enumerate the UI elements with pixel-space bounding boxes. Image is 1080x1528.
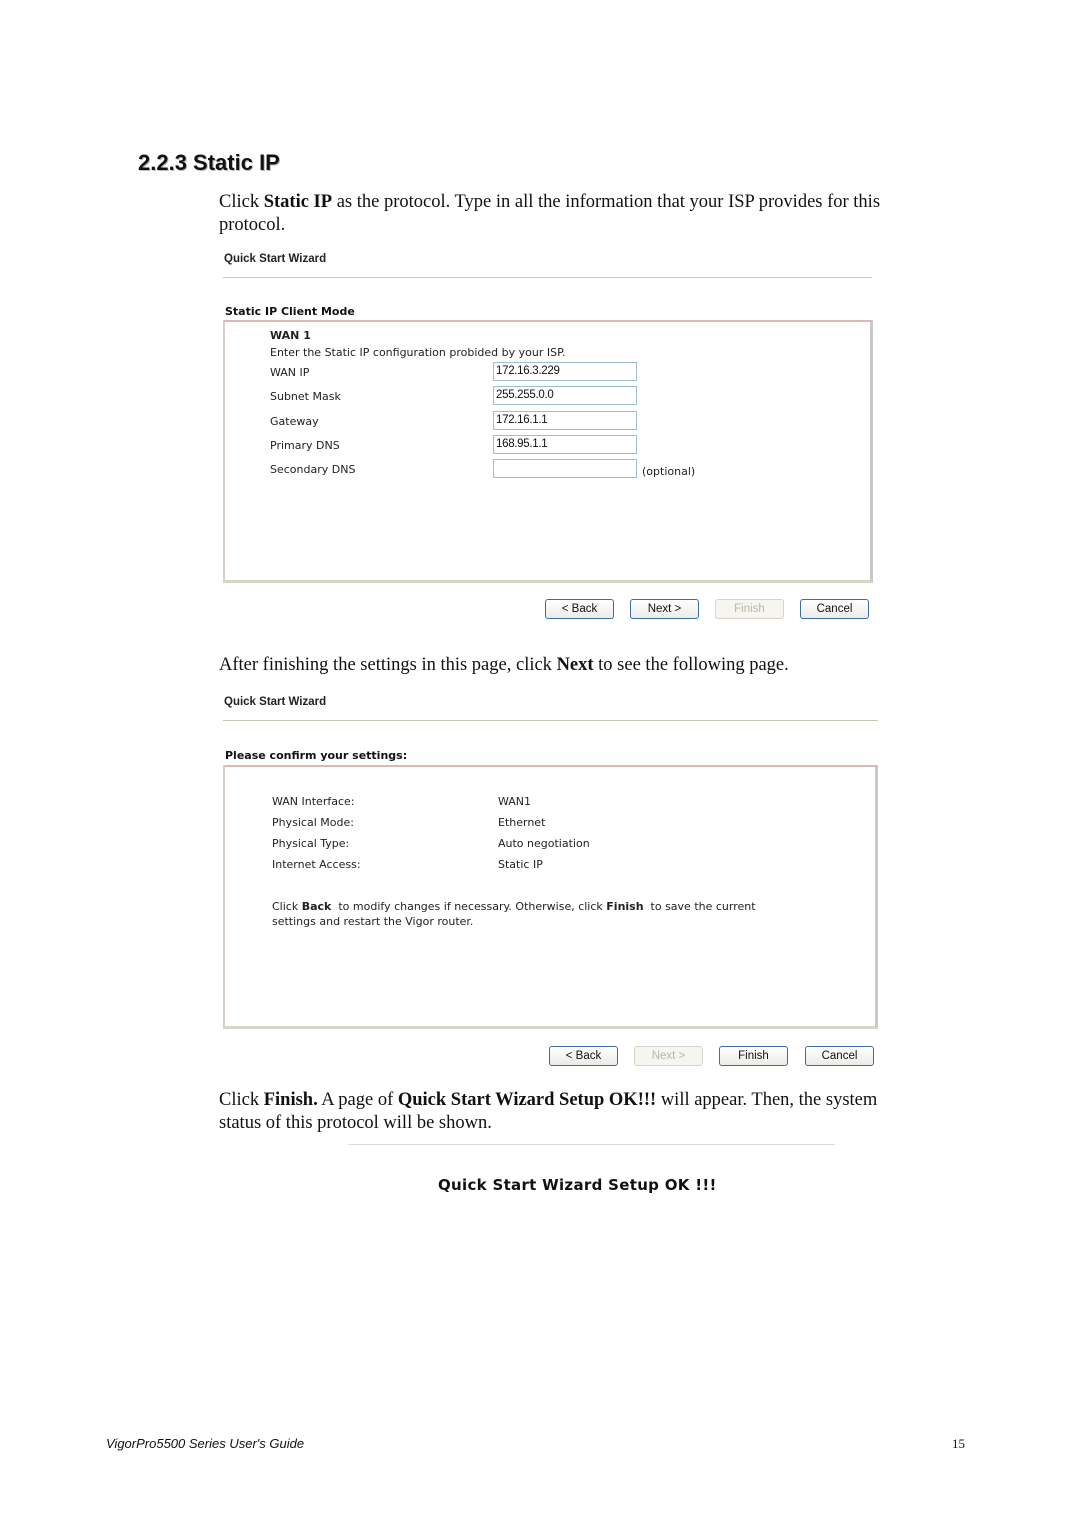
cancel-button[interactable]: Cancel	[805, 1046, 874, 1066]
panel-title: Static IP Client Mode	[225, 305, 355, 318]
secondary-dns-input[interactable]	[493, 459, 637, 478]
next-button[interactable]: Next >	[630, 599, 699, 619]
back-button[interactable]: < Back	[549, 1046, 618, 1066]
final-text: status of this protocol will be shown.	[219, 1113, 492, 1133]
note-text: to modify changes if necessary. Otherwis…	[331, 900, 607, 913]
gateway-label: Gateway	[270, 415, 319, 428]
note-text: to save the current	[643, 900, 756, 913]
static-ip-panel: WAN 1 Enter the Static IP configuration …	[223, 320, 873, 583]
gateway-input[interactable]: 172.16.1.1	[493, 411, 637, 430]
cancel-button[interactable]: Cancel	[800, 599, 869, 619]
note-bold-finish: Finish	[606, 900, 644, 913]
secondary-dns-label: Secondary DNS	[270, 463, 356, 476]
internet-access-value: Static IP	[498, 858, 543, 871]
wan-ip-label: WAN IP	[270, 366, 310, 379]
note-text: Click	[272, 900, 302, 913]
subnet-mask-input[interactable]: 255.255.0.0	[493, 386, 637, 405]
primary-dns-label: Primary DNS	[270, 439, 340, 452]
wan-label: WAN 1	[270, 329, 311, 342]
divider	[223, 720, 878, 721]
final-paragraph: Click Finish. A page of Quick Start Wiza…	[219, 1089, 959, 1135]
physical-type-label: Physical Type:	[272, 837, 350, 850]
divider	[348, 1144, 835, 1145]
wan-ip-input[interactable]: 172.16.3.229	[493, 362, 637, 381]
mid-text: After finishing the settings in this pag…	[219, 655, 557, 675]
mid-bold: Next	[556, 655, 594, 675]
confirm-panel: WAN Interface: WAN1 Physical Mode: Ether…	[223, 765, 878, 1029]
instruction-text: Enter the Static IP configuration probid…	[270, 346, 566, 359]
intro-text: protocol.	[219, 215, 286, 235]
final-text: Click	[219, 1090, 264, 1110]
final-bold: Finish.	[263, 1090, 318, 1110]
internet-access-label: Internet Access:	[272, 858, 361, 871]
divider	[223, 277, 872, 278]
wizard-title: Quick Start Wizard	[224, 696, 327, 708]
next-button: Next >	[634, 1046, 703, 1066]
section-heading: 2.2.3 Static IP	[138, 150, 280, 175]
wan-interface-value: WAN1	[498, 795, 532, 808]
wizard-title: Quick Start Wizard	[224, 253, 327, 265]
intro-text: as the protocol. Type in all the informa…	[332, 192, 881, 212]
note-text: settings and restart the Vigor router.	[272, 915, 474, 928]
setup-ok-message: Quick Start Wizard Setup OK !!!	[438, 1176, 717, 1194]
back-button[interactable]: < Back	[545, 599, 614, 619]
intro-bold: Static IP	[263, 192, 333, 212]
finish-button: Finish	[715, 599, 784, 619]
primary-dns-input[interactable]: 168.95.1.1	[493, 435, 637, 454]
physical-type-value: Auto negotiation	[498, 837, 590, 850]
final-text: will appear. Then, the system	[656, 1090, 878, 1110]
physical-mode-value: Ethernet	[498, 816, 546, 829]
page-number: 15	[952, 1436, 965, 1451]
optional-note: (optional)	[642, 465, 696, 478]
intro-text: Click	[219, 192, 264, 212]
subnet-mask-label: Subnet Mask	[270, 390, 341, 403]
wan-interface-label: WAN Interface:	[272, 795, 355, 808]
note-bold-back: Back	[301, 900, 332, 913]
finish-button[interactable]: Finish	[719, 1046, 788, 1066]
physical-mode-label: Physical Mode:	[272, 816, 354, 829]
panel-title: Please confirm your settings:	[225, 749, 408, 762]
intro-paragraph: Click Static IP as the protocol. Type in…	[219, 191, 959, 237]
footer-guide-title: VigorPro5500 Series User's Guide	[106, 1436, 305, 1451]
final-text: A page of	[317, 1090, 398, 1110]
final-bold: Quick Start Wizard Setup OK!!!	[397, 1090, 657, 1110]
confirm-note: Click Back to modify changes if necessar…	[272, 899, 862, 929]
mid-text: to see the following page.	[593, 655, 789, 675]
mid-paragraph: After finishing the settings in this pag…	[219, 654, 959, 677]
